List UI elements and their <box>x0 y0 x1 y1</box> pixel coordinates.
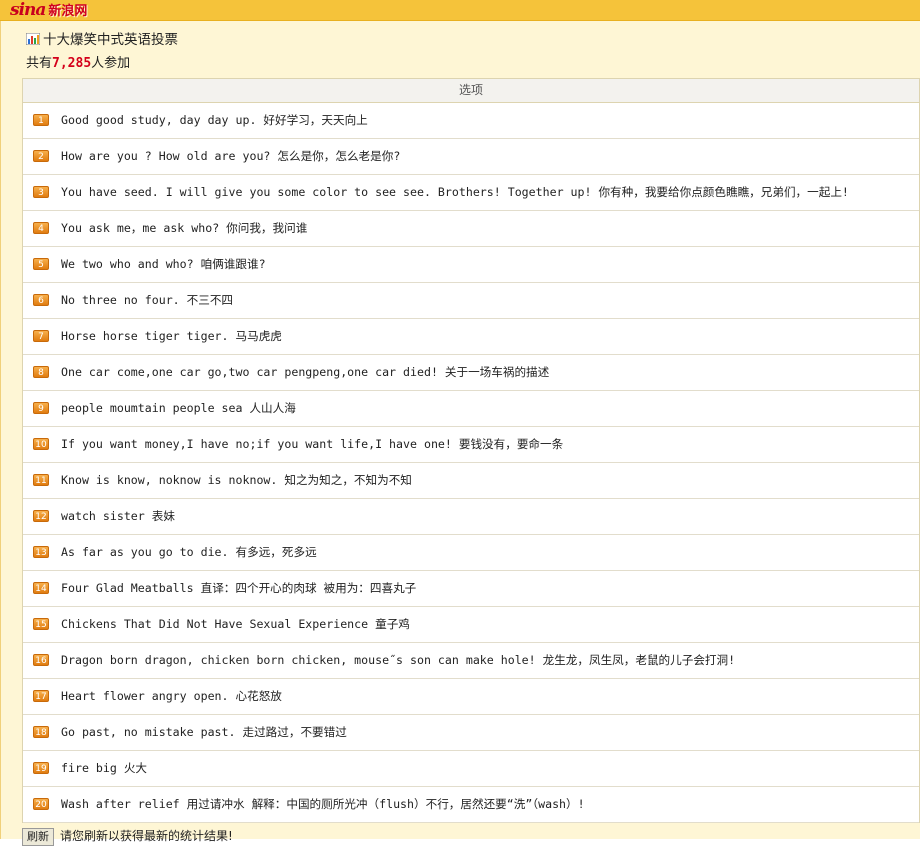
poll-options-table: 选项 1 Good good study, day day up. 好好学习，天天… <box>22 78 920 823</box>
sina-logo[interactable]: sina 新浪网 <box>10 0 87 20</box>
column-header-options: 选项 <box>23 78 919 103</box>
option-row: 19 fire big 火大 <box>23 751 919 787</box>
option-row: 12 watch sister 表妹 <box>23 499 919 535</box>
option-text: Wash after relief 用过请冲水 解释：中国的厕所光冲（flush… <box>61 797 585 811</box>
option-number-badge: 9 <box>33 402 49 414</box>
option-number-badge: 2 <box>33 150 49 162</box>
option-text: Go past, no mistake past. 走过路过，不要错过 <box>61 725 347 739</box>
bar-chart-icon <box>26 33 40 45</box>
option-row: 15 Chickens That Did Not Have Sexual Expe… <box>23 607 919 643</box>
option-text: Chickens That Did Not Have Sexual Experi… <box>61 617 410 631</box>
option-row: 6 No three no four. 不三不四 <box>23 283 919 319</box>
option-row: 5 We two who and who? 咱俩谁跟谁? <box>23 247 919 283</box>
refresh-note: 请您刷新以获得最新的统计结果! <box>60 829 233 843</box>
option-number-badge: 4 <box>33 222 49 234</box>
option-row: 4 You ask me，me ask who? 你问我，我问谁 <box>23 211 919 247</box>
option-text: Know is know, noknow is noknow. 知之为知之，不知… <box>61 473 412 487</box>
option-row: 7 Horse horse tiger tiger. 马马虎虎 <box>23 319 919 355</box>
option-number-badge: 13 <box>33 546 49 558</box>
option-number-badge: 16 <box>33 654 49 666</box>
option-number-badge: 10 <box>33 438 49 450</box>
option-number-badge: 8 <box>33 366 49 378</box>
top-bar: sina 新浪网 <box>0 0 920 21</box>
option-number-badge: 12 <box>33 510 49 522</box>
option-text: fire big 火大 <box>61 761 148 775</box>
option-row: 2 How are you ? How old are you? 怎么是你，怎么老… <box>23 139 919 175</box>
option-number-badge: 6 <box>33 294 49 306</box>
option-row: 9 people moumtain people sea 人山人海 <box>23 391 919 427</box>
option-number-badge: 5 <box>33 258 49 270</box>
option-text: We two who and who? 咱俩谁跟谁? <box>61 257 266 271</box>
option-number-badge: 18 <box>33 726 49 738</box>
option-number-badge: 7 <box>33 330 49 342</box>
option-text: Four Glad Meatballs 直译：四个开心的肉球 被用为：四喜丸子 <box>61 581 417 595</box>
option-row: 20 Wash after relief 用过请冲水 解释：中国的厕所光冲（flu… <box>23 787 919 823</box>
option-text: people moumtain people sea 人山人海 <box>61 401 296 415</box>
count-number: 7,285 <box>52 56 92 71</box>
refresh-button[interactable]: 刷新 <box>22 828 54 846</box>
option-row: 1 Good good study, day day up. 好好学习，天天向上 <box>23 103 919 139</box>
option-row: 13 As far as you go to die. 有多远，死多远 <box>23 535 919 571</box>
option-number-badge: 11 <box>33 474 49 486</box>
option-row: 14 Four Glad Meatballs 直译：四个开心的肉球 被用为：四喜丸… <box>23 571 919 607</box>
option-text: You have seed. I will give you some colo… <box>61 185 849 199</box>
logo-text: sina <box>10 0 46 20</box>
option-text: How are you ? How old are you? 怎么是你，怎么老是… <box>61 149 401 163</box>
participant-count: 共有7,285人参加 <box>26 54 130 74</box>
option-number-badge: 14 <box>33 582 49 594</box>
poll-title-text: 十大爆笑中式英语投票 <box>43 32 178 48</box>
option-number-badge: 17 <box>33 690 49 702</box>
footer-bar: 刷新 请您刷新以获得最新的统计结果! <box>22 828 233 846</box>
option-row: 18 Go past, no mistake past. 走过路过，不要错过 <box>23 715 919 751</box>
option-row: 11 Know is know, noknow is noknow. 知之为知之，… <box>23 463 919 499</box>
option-number-badge: 19 <box>33 762 49 774</box>
option-number-badge: 1 <box>33 114 49 126</box>
option-text: watch sister 表妹 <box>61 509 175 523</box>
option-text: As far as you go to die. 有多远，死多远 <box>61 545 317 559</box>
count-prefix: 共有 <box>26 56 53 71</box>
option-text: If you want money,I have no;if you want … <box>61 437 564 451</box>
option-text: One car come,one car go,two car pengpeng… <box>61 365 550 379</box>
option-number-badge: 3 <box>33 186 49 198</box>
option-text: You ask me，me ask who? 你问我，我问谁 <box>61 221 308 235</box>
count-suffix: 人参加 <box>91 56 131 71</box>
option-row: 16 Dragon born dragon, chicken born chick… <box>23 643 919 679</box>
option-row: 10 If you want money,I have no;if you wan… <box>23 427 919 463</box>
option-row: 8 One car come,one car go,two car pengpen… <box>23 355 919 391</box>
logo-cn-text: 新浪网 <box>48 4 88 19</box>
option-row: 3 You have seed. I will give you some col… <box>23 175 919 211</box>
option-text: Good good study, day day up. 好好学习，天天向上 <box>61 113 368 127</box>
option-text: Heart flower angry open. 心花怒放 <box>61 689 282 703</box>
option-number-badge: 20 <box>33 798 49 810</box>
option-number-badge: 15 <box>33 618 49 630</box>
option-text: Dragon born dragon, chicken born chicken… <box>61 653 736 667</box>
option-text: No three no four. 不三不四 <box>61 293 234 307</box>
option-row: 17 Heart flower angry open. 心花怒放 <box>23 679 919 715</box>
poll-title: 十大爆笑中式英语投票 <box>26 30 178 50</box>
options-list: 1 Good good study, day day up. 好好学习，天天向上 2… <box>23 103 919 823</box>
option-text: Horse horse tiger tiger. 马马虎虎 <box>61 329 282 343</box>
